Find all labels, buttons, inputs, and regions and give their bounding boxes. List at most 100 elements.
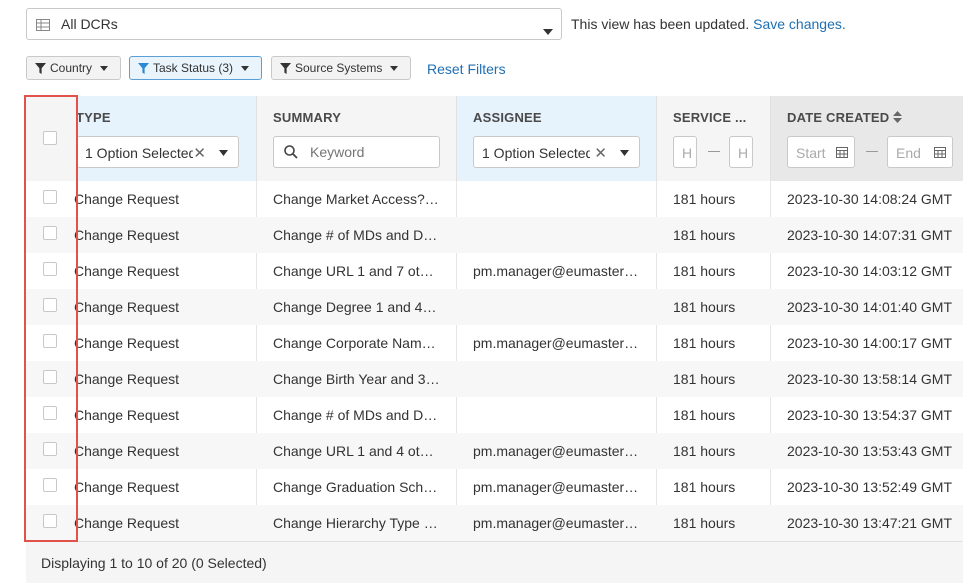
country-filter-chip[interactable]: Country xyxy=(26,56,122,80)
assignee-filter-select[interactable]: 1 Option Selected ✕ xyxy=(473,136,640,168)
type-cell: Change Request xyxy=(74,227,180,243)
source-systems-filter-label: Source Systems xyxy=(295,61,383,75)
table-row[interactable]: Change Request Change Corporate Nam… pm.… xyxy=(26,325,963,361)
type-column-header: TYPE 1 Option Selected ✕ xyxy=(76,96,257,181)
date-created-cell: 2023-10-30 14:00:17 GMT xyxy=(787,335,952,351)
table-footer: Displaying 1 to 10 of 20 (0 Selected) xyxy=(26,541,963,583)
type-filter-value: 1 Option Selected xyxy=(85,145,193,161)
summary-cell: Change # of MDs and D… xyxy=(273,407,438,423)
assignee-cell: pm.manager@eumaster… xyxy=(473,263,639,279)
chevron-down-icon xyxy=(241,65,250,71)
summary-column-header: SUMMARY xyxy=(257,96,457,181)
type-header-label: TYPE xyxy=(76,110,111,125)
task-status-filter-label: Task Status (3) xyxy=(153,61,234,75)
date-created-cell: 2023-10-30 13:58:14 GMT xyxy=(787,371,952,387)
type-cell: Change Request xyxy=(74,515,180,531)
type-cell: Change Request xyxy=(74,299,180,315)
type-cell: Change Request xyxy=(74,407,180,423)
service-min-placeholder: H xyxy=(682,145,693,161)
assignee-filter-value: 1 Option Selected xyxy=(482,145,590,161)
chevron-down-icon xyxy=(543,22,553,38)
type-cell: Change Request xyxy=(74,335,180,351)
table-row[interactable]: Change Request Change URL 1 and 7 ot… pm… xyxy=(26,253,963,289)
service-cell: 181 hours xyxy=(673,371,736,387)
reset-filters-link[interactable]: Reset Filters xyxy=(427,61,506,77)
service-cell: 181 hours xyxy=(673,443,736,459)
dcr-table: TYPE 1 Option Selected ✕ SUMMARY ASSIGNE… xyxy=(26,96,963,546)
country-filter-label: Country xyxy=(50,61,93,75)
summary-cell: Change URL 1 and 4 ot… xyxy=(273,443,434,459)
assignee-header-label: ASSIGNEE xyxy=(473,110,542,125)
summary-cell: Change Graduation Sch… xyxy=(273,479,438,495)
filter-icon xyxy=(138,62,149,74)
save-changes-link[interactable]: Save changes. xyxy=(753,16,846,32)
type-cell: Change Request xyxy=(74,263,180,279)
date-created-cell: 2023-10-30 13:47:21 GMT xyxy=(787,515,952,531)
chevron-down-icon xyxy=(620,150,629,156)
assignee-cell: pm.manager@eumaster… xyxy=(473,515,639,531)
clear-icon[interactable]: ✕ xyxy=(594,144,607,162)
checkbox-column-highlight xyxy=(24,95,78,542)
summary-cell: Change Market Access?… xyxy=(273,191,439,207)
date-created-cell: 2023-10-30 14:03:12 GMT xyxy=(787,263,952,279)
service-max-field[interactable]: H xyxy=(729,136,753,168)
table-row[interactable]: Change Request Change URL 1 and 4 ot… pm… xyxy=(26,433,963,469)
type-cell: Change Request xyxy=(74,443,180,459)
calendar-icon xyxy=(934,147,946,158)
summary-keyword-input[interactable] xyxy=(308,143,428,161)
date-end-placeholder: End xyxy=(896,145,921,161)
summary-cell: Change Birth Year and 3… xyxy=(273,371,440,387)
range-dash xyxy=(866,151,878,152)
task-status-filter-chip[interactable]: Task Status (3) xyxy=(129,56,263,80)
date-created-cell: 2023-10-30 13:54:37 GMT xyxy=(787,407,952,423)
table-row[interactable]: Change Request Change Birth Year and 3… … xyxy=(26,361,963,397)
assignee-cell: pm.manager@eumaster… xyxy=(473,443,639,459)
service-cell: 181 hours xyxy=(673,335,736,351)
summary-cell: Change Corporate Nam… xyxy=(273,335,436,351)
date-end-field[interactable]: End xyxy=(887,136,953,168)
date-start-field[interactable]: Start xyxy=(787,136,855,168)
update-text: This view has been updated. xyxy=(571,16,750,32)
summary-cell: Change Hierarchy Type … xyxy=(273,515,438,531)
chevron-down-icon xyxy=(390,65,399,71)
source-systems-filter-chip[interactable]: Source Systems xyxy=(271,56,412,80)
view-updated-message: This view has been updated. Save changes… xyxy=(571,16,846,32)
pagination-summary: Displaying 1 to 10 of 20 (0 Selected) xyxy=(41,555,267,571)
date-created-cell: 2023-10-30 13:53:43 GMT xyxy=(787,443,952,459)
sort-icon[interactable] xyxy=(893,111,903,123)
service-cell: 181 hours xyxy=(673,515,736,531)
date-created-cell: 2023-10-30 14:08:24 GMT xyxy=(787,191,952,207)
service-max-placeholder: H xyxy=(738,145,749,161)
service-column-header: SERVICE ... H H xyxy=(657,96,771,181)
summary-cell: Change Degree 1 and 4… xyxy=(273,299,437,315)
summary-header-label: SUMMARY xyxy=(273,110,342,125)
clear-icon[interactable]: ✕ xyxy=(193,144,206,162)
calendar-icon xyxy=(836,147,848,158)
assignee-cell: pm.manager@eumaster… xyxy=(473,335,639,351)
date-created-column-header[interactable]: DATE CREATED Start End xyxy=(771,96,963,181)
filter-icon xyxy=(35,62,46,74)
date-created-cell: 2023-10-30 13:52:49 GMT xyxy=(787,479,952,495)
type-cell: Change Request xyxy=(74,191,180,207)
table-row[interactable]: Change Request Change # of MDs and D… 18… xyxy=(26,217,963,253)
date-created-header-label: DATE CREATED xyxy=(787,110,903,125)
filter-icon xyxy=(280,62,291,74)
table-row[interactable]: Change Request Change Degree 1 and 4… 18… xyxy=(26,289,963,325)
summary-cell: Change # of MDs and D… xyxy=(273,227,438,243)
table-row[interactable]: Change Request Change Hierarchy Type … p… xyxy=(26,505,963,541)
date-created-cell: 2023-10-30 14:07:31 GMT xyxy=(787,227,952,243)
summary-keyword-field[interactable] xyxy=(273,136,440,168)
service-cell: 181 hours xyxy=(673,479,736,495)
service-cell: 181 hours xyxy=(673,191,736,207)
table-row[interactable]: Change Request Change # of MDs and D… 18… xyxy=(26,397,963,433)
type-cell: Change Request xyxy=(74,371,180,387)
summary-cell: Change URL 1 and 7 ot… xyxy=(273,263,434,279)
table-row[interactable]: Change Request Change Graduation Sch… pm… xyxy=(26,469,963,505)
view-select[interactable]: All DCRs xyxy=(26,8,562,40)
service-min-field[interactable]: H xyxy=(673,136,697,168)
table-row[interactable]: Change Request Change Market Access?… 18… xyxy=(26,181,963,217)
type-filter-select[interactable]: 1 Option Selected ✕ xyxy=(76,136,239,168)
date-created-header-text: DATE CREATED xyxy=(787,110,890,125)
date-created-cell: 2023-10-30 14:01:40 GMT xyxy=(787,299,952,315)
range-dash xyxy=(708,151,720,152)
